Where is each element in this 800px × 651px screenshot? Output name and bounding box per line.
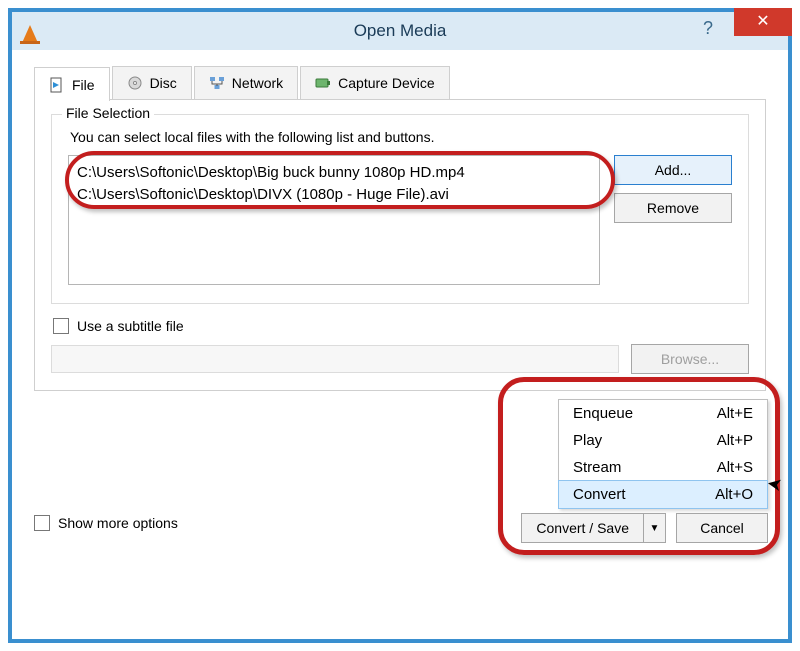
cancel-button[interactable]: Cancel <box>676 513 768 543</box>
vlc-cone-icon <box>18 19 42 43</box>
file-item[interactable]: C:\Users\Softonic\Desktop\DIVX (1080p - … <box>77 184 591 206</box>
remove-file-button[interactable]: Remove <box>614 193 732 223</box>
menu-item-shortcut: Alt+S <box>717 459 753 476</box>
subtitle-path-input[interactable] <box>51 345 619 373</box>
capture-tab-icon <box>315 75 331 91</box>
menu-item-label: Enqueue <box>573 405 633 422</box>
tab-disc[interactable]: Disc <box>112 66 192 99</box>
file-selection-group: File Selection You can select local file… <box>51 114 749 304</box>
menu-item-shortcut: Alt+E <box>717 405 753 422</box>
bottom-controls: Show more options Enqueue Alt+E Play Alt… <box>12 401 788 561</box>
menu-item-enqueue[interactable]: Enqueue Alt+E <box>559 400 767 427</box>
tab-network[interactable]: Network <box>194 66 298 99</box>
file-selection-legend: File Selection <box>62 105 154 121</box>
menu-item-stream[interactable]: Stream Alt+S <box>559 454 767 481</box>
convert-save-button[interactable]: Convert / Save <box>521 513 644 543</box>
tab-label: Disc <box>150 75 177 91</box>
convert-save-dropdown-toggle[interactable]: ▼ <box>644 513 666 543</box>
close-button[interactable]: ✕ <box>734 8 792 36</box>
tab-label: Network <box>232 75 283 91</box>
menu-item-convert[interactable]: Convert Alt+O <box>558 480 768 509</box>
help-button[interactable]: ? <box>688 18 728 42</box>
convert-save-split-button[interactable]: Convert / Save ▼ <box>521 513 666 543</box>
window-title: Open Media <box>354 21 447 41</box>
media-tabs: File Disc Network Capture Device <box>34 66 766 100</box>
show-more-options-label: Show more options <box>58 515 178 531</box>
menu-item-label: Play <box>573 432 602 449</box>
tab-label: Capture Device <box>338 75 435 91</box>
add-file-button[interactable]: Add... <box>614 155 732 185</box>
convert-save-menu: Enqueue Alt+E Play Alt+P Stream Alt+S Co… <box>558 399 768 509</box>
use-subtitle-checkbox[interactable] <box>53 318 69 334</box>
file-tab-icon <box>49 77 65 93</box>
tab-capture-device[interactable]: Capture Device <box>300 66 450 99</box>
menu-item-shortcut: Alt+P <box>717 432 753 449</box>
use-subtitle-label: Use a subtitle file <box>77 318 184 334</box>
show-more-options-checkbox[interactable] <box>34 515 50 531</box>
tab-file[interactable]: File <box>34 67 110 101</box>
network-tab-icon <box>209 75 225 91</box>
file-item[interactable]: C:\Users\Softonic\Desktop\Big buck bunny… <box>77 162 591 184</box>
menu-item-label: Convert <box>573 486 626 503</box>
file-selection-help: You can select local files with the foll… <box>70 129 732 145</box>
selected-files-list[interactable]: C:\Users\Softonic\Desktop\Big buck bunny… <box>68 155 600 285</box>
titlebar: Open Media ? ✕ <box>12 12 788 50</box>
menu-item-play[interactable]: Play Alt+P <box>559 427 767 454</box>
tab-label: File <box>72 77 95 93</box>
client-area: File Disc Network Capture Device <box>12 50 788 401</box>
browse-subtitle-button[interactable]: Browse... <box>631 344 749 374</box>
use-subtitle-row: Use a subtitle file <box>53 318 749 334</box>
menu-item-shortcut: Alt+O <box>715 486 753 503</box>
disc-tab-icon <box>127 75 143 91</box>
menu-item-label: Stream <box>573 459 621 476</box>
file-panel: File Selection You can select local file… <box>34 100 766 391</box>
open-media-window: Open Media ? ✕ File Disc Network <box>8 8 792 643</box>
